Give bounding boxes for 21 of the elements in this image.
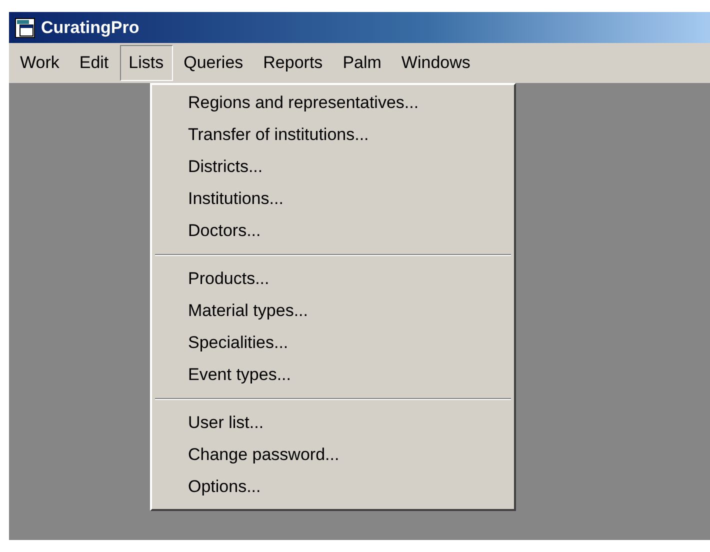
menu-item[interactable]: Queries	[174, 45, 252, 81]
menu-entry[interactable]: Institutions...	[152, 183, 514, 215]
menu-entry[interactable]: Doctors...	[152, 215, 514, 247]
menu-entry[interactable]: Transfer of institutions...	[152, 119, 514, 151]
menu-entry[interactable]: Material types...	[152, 295, 514, 327]
menu-item[interactable]: Reports	[254, 45, 332, 81]
menu-entry[interactable]: Event types...	[152, 359, 514, 391]
window-title: CuratingPro	[41, 18, 140, 38]
menu-item[interactable]: Edit	[70, 45, 118, 81]
menu-entry[interactable]: Change password...	[152, 439, 514, 471]
menu-entry[interactable]: Districts...	[152, 151, 514, 183]
menu-entry[interactable]: Options...	[152, 471, 514, 503]
menu-entry[interactable]: Products...	[152, 263, 514, 295]
menu-item[interactable]: Lists	[120, 45, 173, 81]
menu-entry[interactable]: Specialities...	[152, 327, 514, 359]
menu-entry[interactable]: Regions and representatives...	[152, 87, 514, 119]
menu-item[interactable]: Palm	[334, 45, 390, 81]
app-window-icon	[15, 18, 35, 38]
menu-item[interactable]: Windows	[392, 45, 480, 81]
menu-entry[interactable]: User list...	[152, 407, 514, 439]
menu-item[interactable]: Work	[11, 45, 68, 81]
